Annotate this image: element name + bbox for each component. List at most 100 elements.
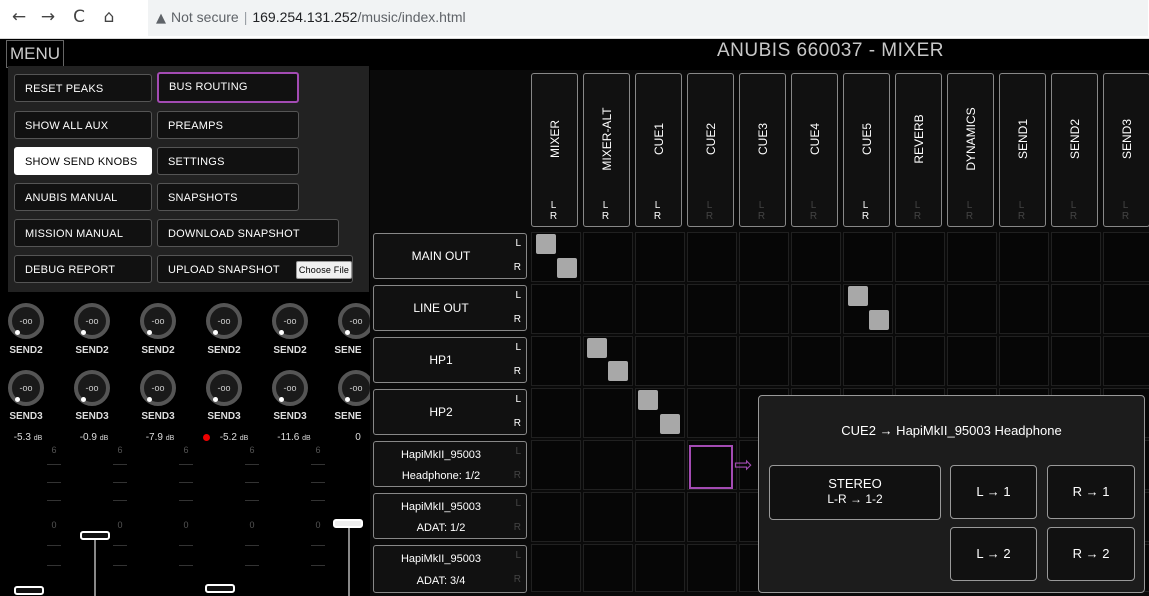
matrix-cell[interactable] bbox=[583, 388, 633, 438]
matrix-cell[interactable] bbox=[999, 336, 1049, 386]
download-snapshot-button[interactable]: DOWNLOAD SNAPSHOT bbox=[157, 219, 339, 247]
debug-report-button[interactable]: DEBUG REPORT bbox=[14, 255, 152, 283]
bus-routing-button[interactable]: BUS ROUTING bbox=[157, 72, 299, 103]
matrix-cell[interactable] bbox=[947, 284, 997, 334]
matrix-cell[interactable] bbox=[739, 284, 789, 334]
routing-point[interactable] bbox=[608, 361, 628, 381]
matrix-cell[interactable] bbox=[583, 284, 633, 334]
matrix-cell[interactable] bbox=[531, 544, 581, 592]
matrix-cell[interactable] bbox=[687, 284, 737, 334]
column-header-mixer-alt[interactable]: MIXER-ALT L R bbox=[583, 73, 630, 227]
send2-knob[interactable]: -oo bbox=[74, 303, 110, 339]
show-all-aux-button[interactable]: SHOW ALL AUX bbox=[14, 111, 152, 139]
send3-knob[interactable]: -oo bbox=[8, 370, 44, 406]
column-header-dynamics[interactable]: DYNAMICS L R bbox=[947, 73, 994, 227]
fader-handle[interactable] bbox=[80, 531, 110, 540]
row-header-hp2[interactable]: HP2 L R bbox=[373, 389, 527, 435]
matrix-cell[interactable] bbox=[895, 232, 945, 282]
menu-button[interactable]: MENU bbox=[6, 40, 65, 68]
column-header-cue5[interactable]: CUE5 L R bbox=[843, 73, 890, 227]
r-to-1-button[interactable]: R → 1 bbox=[1047, 465, 1135, 519]
matrix-cell[interactable] bbox=[1051, 284, 1101, 334]
matrix-cell[interactable] bbox=[791, 336, 841, 386]
matrix-cell[interactable] bbox=[531, 440, 581, 490]
matrix-cell[interactable] bbox=[635, 492, 685, 542]
matrix-cell[interactable] bbox=[1051, 336, 1101, 386]
matrix-cell[interactable] bbox=[1103, 232, 1149, 282]
routing-point[interactable] bbox=[638, 390, 658, 410]
row-header-hapi-headphone[interactable]: HapiMkII_95003 Headphone: 1/2 L R bbox=[373, 441, 527, 487]
matrix-cell[interactable] bbox=[687, 232, 737, 282]
matrix-cell[interactable] bbox=[791, 284, 841, 334]
matrix-cell[interactable] bbox=[531, 492, 581, 542]
matrix-cell[interactable] bbox=[687, 492, 737, 542]
row-header-hapi-adat-1-2[interactable]: HapiMkII_95003 ADAT: 1/2 L R bbox=[373, 493, 527, 539]
routing-point[interactable] bbox=[557, 258, 577, 278]
matrix-cell[interactable] bbox=[583, 440, 633, 490]
matrix-cell[interactable] bbox=[1103, 284, 1149, 334]
routing-point[interactable] bbox=[536, 234, 556, 254]
matrix-cell[interactable] bbox=[687, 336, 737, 386]
column-header-reverb[interactable]: REVERB L R bbox=[895, 73, 942, 227]
column-header-mixer[interactable]: MIXER L R bbox=[531, 73, 578, 227]
send3-knob[interactable]: -oo bbox=[206, 370, 242, 406]
matrix-cell[interactable] bbox=[635, 336, 685, 386]
matrix-cell[interactable] bbox=[635, 284, 685, 334]
matrix-cell[interactable] bbox=[739, 336, 789, 386]
matrix-cell[interactable] bbox=[843, 336, 893, 386]
preamps-button[interactable]: PREAMPS bbox=[157, 111, 299, 139]
r-to-2-button[interactable]: R → 2 bbox=[1047, 527, 1135, 581]
row-header-line-out[interactable]: LINE OUT L R bbox=[373, 285, 527, 331]
routing-point[interactable] bbox=[869, 310, 889, 330]
matrix-cell[interactable] bbox=[947, 336, 997, 386]
matrix-cell[interactable] bbox=[687, 544, 737, 592]
matrix-cell[interactable] bbox=[895, 284, 945, 334]
routing-point[interactable] bbox=[848, 286, 868, 306]
matrix-cell[interactable] bbox=[947, 232, 997, 282]
l-to-1-button[interactable]: L → 1 bbox=[950, 465, 1037, 519]
matrix-cell[interactable] bbox=[635, 544, 685, 592]
matrix-cell[interactable] bbox=[739, 232, 789, 282]
matrix-cell[interactable] bbox=[531, 388, 581, 438]
upload-snapshot-button[interactable]: UPLOAD SNAPSHOT Choose File bbox=[157, 255, 353, 283]
choose-file-button[interactable]: Choose File bbox=[296, 261, 352, 279]
reload-icon[interactable]: C bbox=[68, 6, 90, 28]
column-header-send2[interactable]: SEND2 L R bbox=[1051, 73, 1098, 227]
matrix-cell[interactable] bbox=[531, 336, 581, 386]
snapshots-button[interactable]: SNAPSHOTS bbox=[157, 183, 299, 211]
matrix-cell[interactable] bbox=[635, 232, 685, 282]
send3-knob[interactable]: -oo bbox=[74, 370, 110, 406]
routing-point[interactable] bbox=[660, 414, 680, 434]
fader-handle[interactable] bbox=[333, 519, 363, 528]
column-header-cue1[interactable]: CUE1 L R bbox=[635, 73, 682, 227]
row-header-hp1[interactable]: HP1 L R bbox=[373, 337, 527, 383]
home-icon[interactable]: ⌂ bbox=[98, 6, 120, 28]
send2-knob[interactable]: -oo bbox=[140, 303, 176, 339]
matrix-cell[interactable] bbox=[1103, 336, 1149, 386]
l-to-2-button[interactable]: L → 2 bbox=[950, 527, 1037, 581]
matrix-cell[interactable] bbox=[583, 492, 633, 542]
send3-knob[interactable]: -oo bbox=[338, 370, 374, 406]
forward-icon[interactable]: → bbox=[37, 6, 59, 28]
send3-knob[interactable]: -oo bbox=[272, 370, 308, 406]
fader-handle[interactable] bbox=[205, 584, 235, 593]
settings-button[interactable]: SETTINGS bbox=[157, 147, 299, 175]
matrix-cell[interactable] bbox=[583, 544, 633, 592]
send2-knob[interactable]: -oo bbox=[272, 303, 308, 339]
column-header-cue3[interactable]: CUE3 L R bbox=[739, 73, 786, 227]
address-bar[interactable]: ▲ Not secure | 169.254.131.252/music/index.… bbox=[148, 0, 1148, 36]
matrix-cell[interactable] bbox=[999, 284, 1049, 334]
matrix-cell[interactable] bbox=[531, 284, 581, 334]
matrix-cell[interactable] bbox=[687, 388, 737, 438]
matrix-cell[interactable] bbox=[583, 232, 633, 282]
send2-knob[interactable]: -oo bbox=[206, 303, 242, 339]
matrix-cell[interactable] bbox=[1051, 232, 1101, 282]
matrix-cell[interactable] bbox=[635, 440, 685, 490]
send2-knob[interactable]: -oo bbox=[338, 303, 374, 339]
matrix-cell[interactable] bbox=[895, 336, 945, 386]
column-header-cue4[interactable]: CUE4 L R bbox=[791, 73, 838, 227]
warning-icon[interactable]: ▲ bbox=[156, 11, 166, 26]
row-header-main-out[interactable]: MAIN OUT L R bbox=[373, 233, 527, 279]
reset-peaks-button[interactable]: RESET PEAKS bbox=[14, 74, 152, 102]
column-header-cue2[interactable]: CUE2 L R bbox=[687, 73, 734, 227]
